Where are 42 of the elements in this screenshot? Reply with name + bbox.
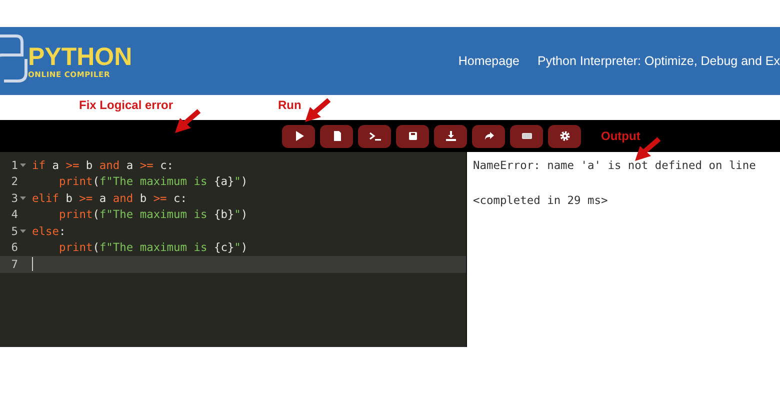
line-number: 5 — [10, 224, 18, 238]
settings-icon — [558, 130, 570, 142]
line-number: 7 — [10, 258, 18, 271]
settings-button[interactable] — [548, 124, 581, 148]
download-button[interactable] — [434, 124, 467, 148]
line-number: 6 — [10, 241, 18, 254]
terminal-icon — [368, 130, 380, 142]
code-line: if a >= b and a >= c: — [32, 158, 174, 172]
annotation-label: Fix Logical error — [79, 98, 174, 112]
share-arrow-icon — [482, 130, 494, 142]
keyboard-icon — [520, 130, 532, 142]
line-number: 1 — [10, 158, 18, 172]
text-cursor — [32, 257, 33, 272]
new-file-button[interactable] — [320, 124, 353, 148]
fold-arrow-icon[interactable] — [20, 162, 26, 168]
line-number: 2 — [10, 175, 18, 188]
code-editor[interactable]: 1 if a >= b and a >= c: 2 print(f"The maximum is {a}") 3 elif b >= a and b >= c: 4 print(f"The maximum is {b}") 5 else: 6 print(f"The maximum is {c}") 7 — [0, 152, 466, 347]
code-line: else: — [32, 224, 66, 238]
code-line: print(f"The maximum is {a}") — [59, 175, 248, 188]
keyboard-button[interactable] — [510, 124, 543, 148]
code-line: print(f"The maximum is {c}") — [59, 241, 248, 254]
output-line: NameError: name 'a' is not defined on line — [473, 159, 756, 172]
output-line: <completed in 29 ms> — [473, 194, 608, 207]
logo-title: PYTHON — [28, 44, 132, 70]
annotation-label: Output — [601, 129, 640, 143]
arrow-icon — [302, 97, 332, 125]
annotation-label: Run — [278, 98, 302, 112]
fold-arrow-icon[interactable] — [20, 228, 26, 234]
share-button[interactable] — [472, 124, 505, 148]
code-line: elif b >= a and b >= c: — [32, 192, 188, 205]
nav-link[interactable]: Homepage — [458, 54, 520, 68]
line-number: 3 — [10, 192, 18, 205]
fold-arrow-icon[interactable] — [20, 195, 26, 202]
line-number: 4 — [10, 208, 18, 222]
floppy-icon — [406, 130, 418, 142]
download-icon — [444, 130, 456, 142]
run-button[interactable] — [282, 124, 315, 148]
nav-link[interactable]: Python Interpreter: Optimize, Debug and Ex — [538, 54, 780, 68]
arrow-icon — [172, 108, 202, 136]
save-button[interactable] — [396, 124, 429, 148]
code-line: print(f"The maximum is {b}") — [59, 208, 248, 222]
terminal-button[interactable] — [358, 124, 391, 148]
